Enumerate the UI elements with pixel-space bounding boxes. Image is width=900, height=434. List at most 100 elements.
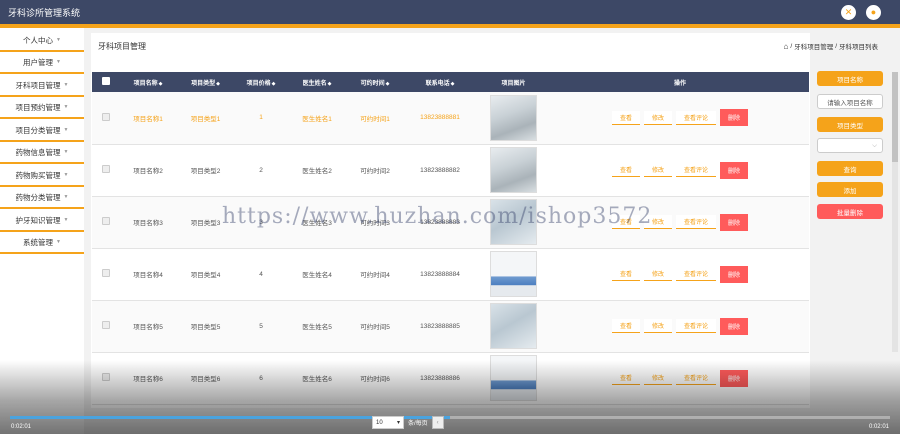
cell-doctor: 医生姓名4 — [302, 272, 332, 279]
table-row: 项目名称1 项目类型1 1 医生姓名1 可约时间1 13823888881 查看 修改 查看评论… — [92, 92, 809, 144]
row-checkbox[interactable] — [92, 196, 119, 248]
sidebar-item-label: 项目分类管理 — [15, 125, 61, 135]
sidebar-item-drug-info[interactable]: 药物信息管理 ▼ — [0, 142, 84, 164]
breadcrumb-item[interactable]: 牙科项目管理 — [794, 41, 833, 51]
page-size-select[interactable]: 10 ▾ — [372, 416, 404, 429]
cell-time: 可约时间6 — [360, 376, 390, 383]
column-header[interactable]: 项目名称◆ — [119, 72, 177, 92]
cell-price: 2 — [259, 166, 263, 174]
scrollbar[interactable] — [892, 72, 898, 352]
user-icon[interactable]: ● — [866, 5, 881, 20]
home-icon[interactable]: ⌂ — [784, 42, 789, 51]
scrollbar-thumb[interactable] — [892, 72, 898, 162]
page-size-value: 10 — [376, 419, 383, 426]
delete-button[interactable]: 删除 — [720, 369, 749, 387]
cell-type: 项目类型2 — [190, 168, 221, 175]
sidebar-item-system[interactable]: 系统管理 ▼ — [0, 232, 84, 254]
delete-button[interactable]: 删除 — [720, 161, 749, 179]
project-image[interactable] — [490, 355, 537, 401]
row-checkbox[interactable] — [92, 144, 119, 196]
row-checkbox[interactable] — [92, 248, 119, 300]
row-checkbox[interactable] — [92, 352, 119, 404]
sidebar-item-drug-purchase[interactable]: 药物购买管理 ▼ — [0, 165, 84, 187]
sidebar-item-label: 牙科项目管理 — [15, 80, 61, 90]
view-button[interactable]: 查看 — [611, 319, 640, 333]
sidebar-item-dental-projects[interactable]: 牙科项目管理 ▼ — [0, 75, 84, 97]
sidebar-item-appointments[interactable]: 项目预约管理 ▼ — [0, 97, 84, 119]
search-button[interactable]: 查询 — [817, 161, 883, 176]
prev-page-button[interactable]: ‹ — [431, 416, 444, 429]
cell-time: 可约时间2 — [360, 168, 390, 175]
cell-phone: 13823888884 — [420, 270, 460, 278]
edit-button[interactable]: 修改 — [643, 267, 672, 281]
select-all-checkbox[interactable] — [92, 72, 119, 92]
view-comments-button[interactable]: 查看评论 — [676, 163, 717, 177]
cell-name: 项目名称1 — [133, 115, 163, 123]
project-image[interactable] — [490, 303, 537, 349]
sidebar-item-drug-categories[interactable]: 药物分类管理 ▼ — [0, 187, 84, 209]
view-comments-button[interactable]: 查看评论 — [676, 319, 717, 333]
app-title: 牙科诊所管理系统 — [8, 8, 81, 18]
delete-button[interactable]: 删除 — [720, 109, 749, 127]
cell-name: 项目名称5 — [133, 324, 163, 331]
chevron-down-icon: ▾ — [396, 420, 400, 426]
add-button[interactable]: 添加 — [817, 182, 883, 197]
edit-button[interactable]: 修改 — [643, 163, 672, 177]
cell-image — [476, 352, 551, 404]
sidebar-item-label: 系统管理 — [23, 237, 54, 247]
project-image[interactable] — [490, 251, 537, 297]
delete-button[interactable]: 删除 — [720, 213, 749, 231]
column-header[interactable]: 联系电话◆ — [404, 72, 476, 92]
chevron-down-icon: ▼ — [63, 127, 69, 133]
view-comments-button[interactable]: 查看评论 — [676, 267, 717, 281]
view-comments-button[interactable]: 查看评论 — [676, 215, 717, 229]
video-progress-bar[interactable] — [10, 416, 890, 419]
column-header[interactable]: 项目价格◆ — [234, 72, 288, 92]
view-button[interactable]: 查看 — [611, 110, 640, 125]
type-select[interactable]: ⌵ — [817, 138, 883, 153]
view-comments-button[interactable]: 查看评论 — [676, 371, 717, 385]
breadcrumb: ⌂ / 牙科项目管理 / 牙科项目列表 — [784, 41, 878, 52]
column-header: 项目图片 — [501, 80, 526, 87]
edit-button[interactable]: 修改 — [643, 319, 672, 333]
delete-button[interactable]: 删除 — [720, 265, 749, 283]
edit-button[interactable]: 修改 — [643, 371, 672, 385]
column-header[interactable]: 医生姓名◆ — [288, 72, 346, 92]
cell-type: 项目类型6 — [190, 376, 221, 383]
row-checkbox[interactable] — [92, 300, 119, 352]
project-image[interactable] — [490, 94, 537, 141]
cell-type: 项目类型4 — [190, 272, 221, 279]
cell-actions: 查看 修改 查看评论 删除 — [551, 300, 809, 352]
chevron-down-icon: ▼ — [63, 149, 69, 155]
cell-actions: 查看 修改 查看评论 删除 — [551, 144, 809, 196]
sidebar-item-profile[interactable]: 个人中心 ▼ — [0, 30, 84, 52]
view-button[interactable]: 查看 — [611, 371, 640, 385]
cell-name: 项目名称4 — [133, 272, 163, 279]
view-comments-button[interactable]: 查看评论 — [676, 110, 717, 125]
row-checkbox[interactable] — [92, 92, 119, 144]
sidebar-item-label: 药物购买管理 — [15, 170, 61, 180]
cell-name: 项目名称3 — [133, 220, 163, 227]
view-button[interactable]: 查看 — [611, 163, 640, 177]
sidebar-item-project-categories[interactable]: 项目分类管理 ▼ — [0, 120, 84, 142]
sidebar-item-dental-knowledge[interactable]: 护牙知识管理 ▼ — [0, 210, 84, 232]
cell-actions: 查看 修改 查看评论 删除 — [551, 248, 809, 300]
column-header[interactable]: 项目类型◆ — [177, 72, 234, 92]
header-accent-bar — [0, 24, 900, 28]
batch-delete-button[interactable]: 批量删除 — [817, 204, 883, 219]
project-image[interactable] — [490, 147, 537, 193]
cell-price: 5 — [259, 322, 263, 330]
video-total-time: 0:02:01 — [868, 424, 889, 430]
sidebar-item-label: 个人中心 — [23, 35, 54, 45]
view-button[interactable]: 查看 — [611, 267, 640, 281]
chevron-down-icon: ▼ — [56, 239, 61, 245]
table-row: 项目名称6 项目类型6 6 医生姓名6 可约时间6 13823888886 查看 修改 查看评论… — [92, 352, 809, 404]
column-header[interactable]: 可约时间◆ — [346, 72, 404, 92]
project-table: 项目名称◆ 项目类型◆ 项目价格◆ 医生姓名◆ 可约时间◆ 联系电话◆ 项目图片… — [92, 72, 809, 405]
name-search-input[interactable]: 请输入项目名称 — [817, 94, 883, 109]
chevron-down-icon: ▼ — [63, 172, 69, 178]
delete-button[interactable]: 删除 — [720, 317, 749, 335]
edit-button[interactable]: 修改 — [643, 110, 672, 125]
expand-icon[interactable]: ✕ — [841, 5, 856, 20]
sidebar-item-users[interactable]: 用户管理 ▼ — [0, 52, 84, 74]
